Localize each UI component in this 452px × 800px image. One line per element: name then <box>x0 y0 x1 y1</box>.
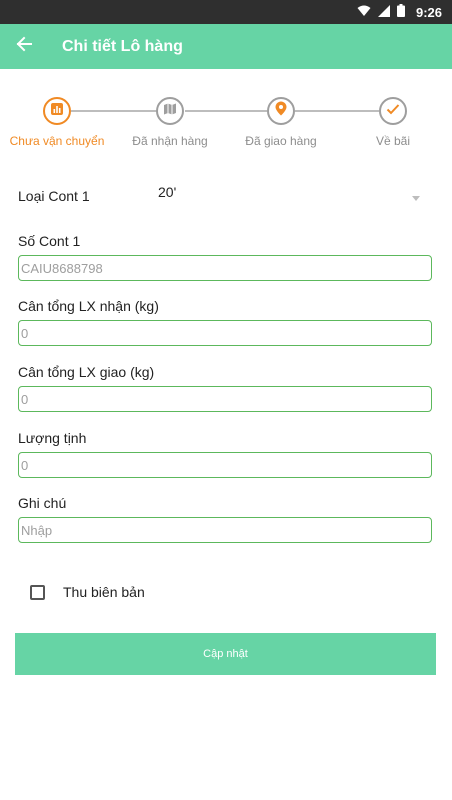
container-type-select[interactable]: 20' <box>158 184 176 200</box>
step-ve-bai[interactable]: Về bãi <box>338 97 448 148</box>
net-weight-label: Lượng tịnh <box>18 430 87 446</box>
step-circle <box>267 97 295 125</box>
update-button[interactable]: Cập nhật <box>15 633 436 675</box>
collect-report-row[interactable]: Thu biên bản <box>30 584 145 600</box>
step-label: Đã giao hàng <box>245 134 317 148</box>
step-circle <box>379 97 407 125</box>
location-pin-icon <box>275 101 287 121</box>
step-label: Chưa vận chuyển <box>9 134 105 148</box>
progress-stepper: Chưa vận chuyển Đã nhận hàng Đã giao hàn… <box>0 94 452 154</box>
step-circle <box>43 97 71 125</box>
check-icon <box>386 102 400 120</box>
step-label: Về bãi <box>375 134 411 148</box>
note-label: Ghi chú <box>18 495 67 511</box>
back-button[interactable] <box>0 24 48 69</box>
delivered-weight-group: Cân tổng LX giao (kg) <box>18 362 432 412</box>
collect-report-checkbox[interactable] <box>30 584 45 600</box>
step-label: Đã nhận hàng <box>132 134 208 148</box>
note-group: Ghi chú <box>18 493 432 543</box>
received-weight-group: Cân tổng LX nhận (kg) <box>18 296 432 346</box>
collect-report-label: Thu biên bản <box>63 584 145 600</box>
container-number-group: Số Cont 1 <box>18 231 432 281</box>
container-type-label: Loại Cont 1 <box>18 188 90 204</box>
step-da-nhan-hang[interactable]: Đã nhận hàng <box>115 97 225 148</box>
chart-icon <box>50 102 64 121</box>
wifi-icon <box>357 5 371 20</box>
step-chua-van-chuyen[interactable]: Chưa vận chuyển <box>2 97 112 148</box>
received-weight-input[interactable] <box>18 320 432 346</box>
received-weight-label: Cân tổng LX nhận (kg) <box>18 298 159 314</box>
step-circle <box>156 97 184 125</box>
dropdown-arrow-icon[interactable] <box>412 188 420 206</box>
page-title: Chi tiết Lô hàng <box>62 37 183 55</box>
battery-icon <box>396 4 405 20</box>
net-weight-input[interactable] <box>18 452 432 478</box>
signal-icon <box>377 4 390 20</box>
step-da-giao-hang[interactable]: Đã giao hàng <box>226 97 336 148</box>
delivered-weight-input[interactable] <box>18 386 432 412</box>
status-time: 9:26 <box>415 4 442 20</box>
container-number-label: Số Cont 1 <box>18 233 81 249</box>
delivered-weight-label: Cân tổng LX giao (kg) <box>18 364 155 380</box>
map-icon <box>163 102 177 121</box>
app-bar: Chi tiết Lô hàng <box>0 24 452 69</box>
note-input[interactable] <box>18 517 432 543</box>
net-weight-group: Lượng tịnh <box>18 428 432 478</box>
container-number-input[interactable] <box>18 255 432 281</box>
container-type-row: Loại Cont 1 20' <box>18 178 434 212</box>
status-bar: 9:26 <box>0 0 452 24</box>
arrow-back-icon <box>16 36 32 57</box>
